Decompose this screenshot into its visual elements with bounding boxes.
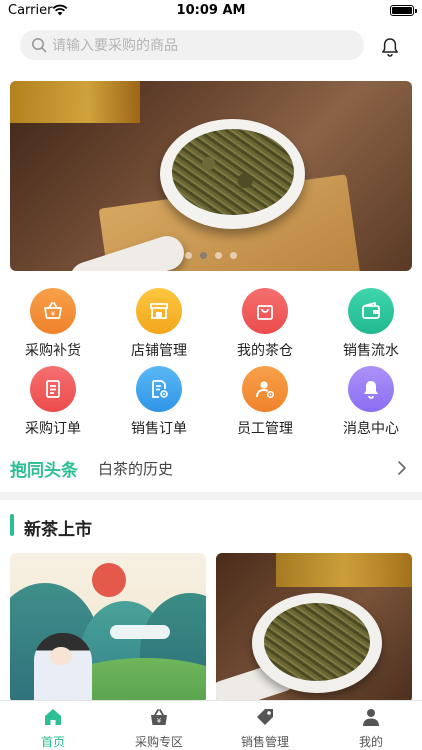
- document-gear-icon: [136, 366, 182, 412]
- clock-time: 10:09 AM: [176, 3, 246, 18]
- headline-news-bar[interactable]: 抱同头条 白茶的历史: [0, 452, 422, 484]
- card-image-tea-leaves: [264, 603, 370, 681]
- svg-text:¥: ¥: [51, 310, 56, 318]
- banner-carousel[interactable]: [10, 81, 412, 271]
- search-icon: [32, 38, 47, 53]
- tab-purchase[interactable]: ¥ 采购专区: [106, 701, 212, 750]
- section-divider: [0, 492, 422, 500]
- quick-action-label: 我的茶仓: [237, 342, 293, 358]
- card-image-figure: [34, 633, 92, 703]
- tab-label: 采购专区: [134, 735, 183, 749]
- svg-text:¥: ¥: [157, 717, 162, 725]
- card-image-cloud: [110, 625, 170, 639]
- quick-action-label: 采购订单: [25, 420, 81, 436]
- status-bar: Carrier 10:09 AM: [0, 0, 422, 22]
- product-card[interactable]: [10, 553, 206, 703]
- quick-action-label: 店铺管理: [131, 342, 187, 358]
- product-card[interactable]: [216, 553, 412, 703]
- headline-brand: 抱同头条: [10, 461, 78, 480]
- tag-icon: [257, 709, 273, 725]
- quick-action-label: 销售流水: [343, 342, 399, 358]
- store-icon: [136, 288, 182, 334]
- quick-action-messages[interactable]: 消息中心: [318, 366, 422, 438]
- chevron-right-icon[interactable]: [397, 460, 407, 476]
- section-title: 新茶上市: [24, 520, 92, 539]
- search-box[interactable]: [20, 30, 364, 60]
- quick-action-purchase-orders[interactable]: 采购订单: [0, 366, 106, 438]
- battery-icon: [390, 5, 417, 16]
- search-input[interactable]: [52, 30, 352, 60]
- quick-action-staff[interactable]: 员工管理: [212, 366, 318, 438]
- card-image-background: [276, 553, 412, 587]
- tab-label: 首页: [40, 735, 65, 749]
- quick-action-label: 销售订单: [131, 420, 187, 436]
- quick-action-store[interactable]: 店铺管理: [106, 288, 212, 360]
- quick-action-restock[interactable]: ¥ 采购补货: [0, 288, 106, 360]
- bottom-tab-bar: 首页 ¥ 采购专区 销售管理 我的: [0, 700, 422, 750]
- tab-profile[interactable]: 我的: [318, 701, 422, 750]
- wallet-icon: [348, 288, 394, 334]
- quick-action-label: 消息中心: [343, 420, 399, 436]
- quick-action-label: 采购补货: [25, 342, 81, 358]
- basket-icon: ¥: [30, 288, 76, 334]
- person-icon: [363, 709, 379, 726]
- headline-text[interactable]: 白茶的历史: [98, 458, 173, 479]
- search-row: [0, 28, 422, 64]
- pagination-dot[interactable]: [230, 252, 237, 259]
- basket-icon: ¥: [151, 709, 167, 725]
- tab-label: 我的: [358, 735, 383, 749]
- card-image-sun: [92, 563, 126, 597]
- person-gear-icon: [242, 366, 288, 412]
- banner-image-tea-leaves: [172, 129, 294, 215]
- pagination-dot[interactable]: [200, 252, 207, 259]
- quick-action-sales-orders[interactable]: 销售订单: [106, 366, 212, 438]
- quick-action-warehouse[interactable]: 我的茶仓: [212, 288, 318, 360]
- quick-action-sales-flow[interactable]: 销售流水: [318, 288, 422, 360]
- tab-label: 销售管理: [240, 735, 289, 749]
- clipboard-icon: [30, 366, 76, 412]
- section-accent-bar: [10, 514, 14, 536]
- tab-sales[interactable]: 销售管理: [212, 701, 318, 750]
- tab-home[interactable]: 首页: [0, 701, 106, 750]
- bag-icon: [242, 288, 288, 334]
- pagination-dot[interactable]: [215, 252, 222, 259]
- home-icon: [45, 709, 61, 725]
- bell-icon: [348, 366, 394, 412]
- quick-action-label: 员工管理: [237, 420, 293, 436]
- card-image-face: [50, 647, 72, 665]
- notification-bell-icon[interactable]: [379, 36, 401, 58]
- pagination-dot[interactable]: [185, 252, 192, 259]
- banner-pagination: [10, 252, 412, 259]
- banner-image-background: [10, 81, 140, 123]
